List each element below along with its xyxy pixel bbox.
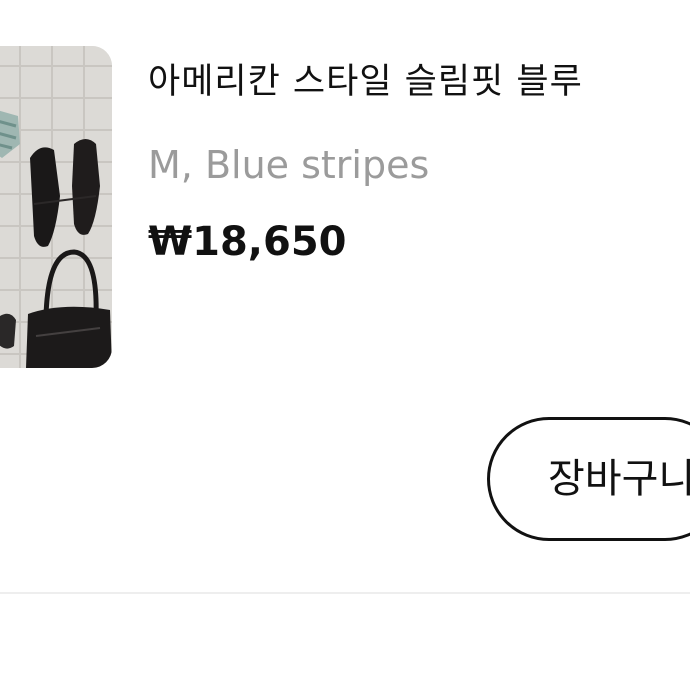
product-thumbnail[interactable] — [0, 46, 112, 368]
add-to-cart-label: 장바구니 — [548, 456, 690, 502]
section-divider — [0, 592, 690, 594]
cart-item-page: 아메리칸 스타일 슬림핏 블루 M, Blue stripes ₩18,650 … — [0, 0, 690, 690]
product-price: ₩18,650 — [148, 219, 347, 265]
add-to-cart-button[interactable]: 장바구니 — [487, 417, 690, 541]
product-photo-icon — [0, 46, 112, 368]
product-title[interactable]: 아메리칸 스타일 슬림핏 블루 — [148, 52, 583, 112]
product-option: M, Blue stripes — [148, 143, 430, 187]
